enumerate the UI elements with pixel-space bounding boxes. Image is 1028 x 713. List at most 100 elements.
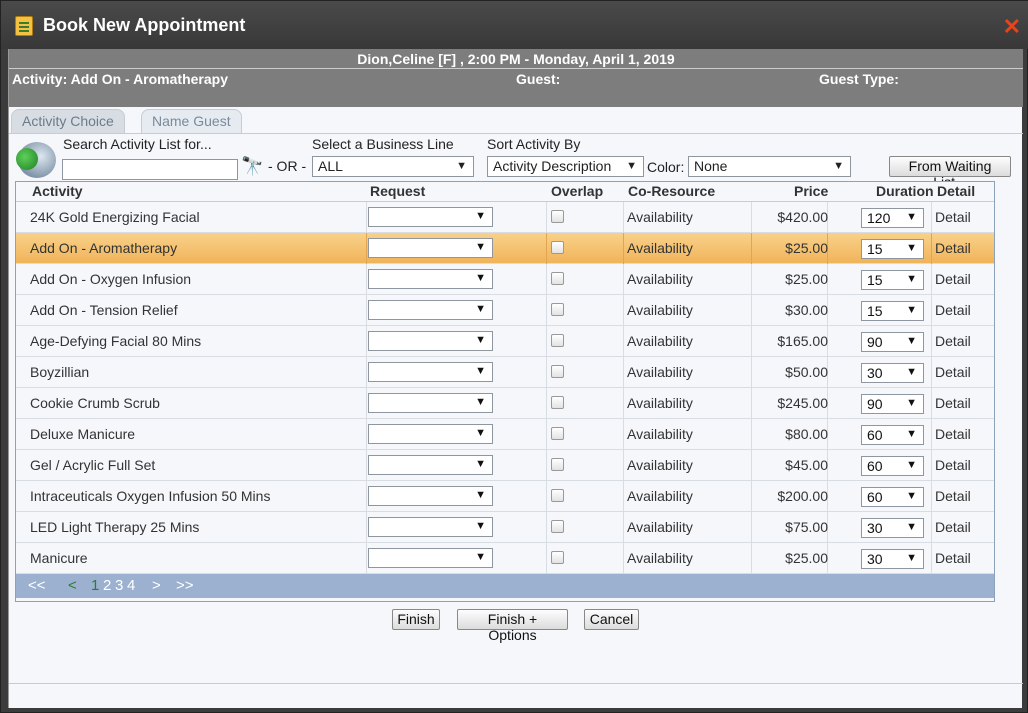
detail-link[interactable]: Detail [935, 550, 971, 566]
coresource-availability[interactable]: Availability [627, 395, 693, 411]
duration-select[interactable]: 60 ▼ [861, 487, 924, 507]
title-bar[interactable]: Book New Appointment ✕ [1, 1, 1028, 49]
pager-next[interactable]: > [152, 577, 161, 594]
request-select[interactable]: ▼ [368, 424, 493, 444]
overlap-checkbox[interactable] [551, 396, 564, 409]
detail-link[interactable]: Detail [935, 302, 971, 318]
duration-select[interactable]: 15 ▼ [861, 270, 924, 290]
table-row[interactable]: Add On - Oxygen Infusion ▼ Availability … [16, 264, 994, 295]
cancel-button[interactable]: Cancel [584, 609, 639, 630]
detail-link[interactable]: Detail [935, 333, 971, 349]
duration-select[interactable]: 30 ▼ [861, 549, 924, 569]
overlap-checkbox[interactable] [551, 303, 564, 316]
finish-button[interactable]: Finish [392, 609, 440, 630]
request-select[interactable]: ▼ [368, 207, 493, 227]
pager-prev[interactable]: < [68, 577, 77, 594]
coresource-availability[interactable]: Availability [627, 488, 693, 504]
coresource-availability[interactable]: Availability [627, 302, 693, 318]
pager-first[interactable]: << [28, 577, 46, 594]
duration-select[interactable]: 60 ▼ [861, 456, 924, 476]
detail-link[interactable]: Detail [935, 209, 971, 225]
table-row[interactable]: Add On - Tension Relief ▼ Availability $… [16, 295, 994, 326]
header-overlap[interactable]: Overlap [551, 183, 603, 199]
header-detail[interactable]: Detail [937, 183, 975, 199]
request-select[interactable]: ▼ [368, 331, 493, 351]
detail-link[interactable]: Detail [935, 395, 971, 411]
request-select[interactable]: ▼ [368, 238, 493, 258]
request-select[interactable]: ▼ [368, 517, 493, 537]
table-row[interactable]: Manicure ▼ Availability $25.00 30 ▼ Detai… [16, 543, 994, 574]
overlap-checkbox[interactable] [551, 241, 564, 254]
overlap-checkbox[interactable] [551, 551, 564, 564]
pager-page-4[interactable]: 4 [127, 577, 135, 594]
overlap-checkbox[interactable] [551, 489, 564, 502]
header-request[interactable]: Request [370, 183, 425, 199]
header-price[interactable]: Price [794, 183, 828, 199]
request-select[interactable]: ▼ [368, 455, 493, 475]
duration-select[interactable]: 90 ▼ [861, 394, 924, 414]
overlap-checkbox[interactable] [551, 458, 564, 471]
duration-select[interactable]: 30 ▼ [861, 363, 924, 383]
overlap-checkbox[interactable] [551, 334, 564, 347]
pager-page-3[interactable]: 3 [115, 577, 123, 594]
duration-select[interactable]: 15 ▼ [861, 239, 924, 259]
from-waiting-list-button[interactable]: From Waiting List... [889, 156, 1011, 190]
table-row[interactable]: Boyzillian ▼ Availability $50.00 30 ▼ Det… [16, 357, 994, 388]
table-row[interactable]: 24K Gold Energizing Facial ▼ Availabilit… [16, 202, 994, 233]
detail-link[interactable]: Detail [935, 488, 971, 504]
overlap-checkbox[interactable] [551, 365, 564, 378]
detail-link[interactable]: Detail [935, 519, 971, 535]
table-row[interactable]: LED Light Therapy 25 Mins ▼ Availability… [16, 512, 994, 543]
duration-select[interactable]: 90 ▼ [861, 332, 924, 352]
search-input[interactable] [62, 159, 238, 180]
coresource-availability[interactable]: Availability [627, 333, 693, 349]
request-select[interactable]: ▼ [368, 300, 493, 320]
overlap-checkbox[interactable] [551, 427, 564, 440]
detail-link[interactable]: Detail [935, 426, 971, 442]
request-select[interactable]: ▼ [368, 362, 493, 382]
tab-activity-choice[interactable]: Activity Choice [11, 109, 125, 133]
finish-options-button[interactable]: Finish + Options [457, 609, 568, 643]
coresource-availability[interactable]: Availability [627, 519, 693, 535]
header-duration[interactable]: Duration [876, 183, 934, 199]
table-row[interactable]: Intraceuticals Oxygen Infusion 50 Mins ▼… [16, 481, 994, 512]
header-coresource[interactable]: Co-Resource [628, 183, 715, 199]
coresource-availability[interactable]: Availability [627, 209, 693, 225]
overlap-checkbox[interactable] [551, 272, 564, 285]
pager-page-2[interactable]: 2 [103, 577, 111, 594]
table-row[interactable]: Age-Defying Facial 80 Mins ▼ Availabilit… [16, 326, 994, 357]
coresource-availability[interactable]: Availability [627, 364, 693, 380]
pager-last[interactable]: >> [176, 577, 194, 594]
header-activity[interactable]: Activity [32, 183, 83, 199]
duration-select[interactable]: 120 ▼ [861, 208, 924, 228]
tab-name-guest[interactable]: Name Guest [141, 109, 242, 133]
duration-select[interactable]: 30 ▼ [861, 518, 924, 538]
duration-select[interactable]: 15 ▼ [861, 301, 924, 321]
request-select[interactable]: ▼ [368, 393, 493, 413]
coresource-availability[interactable]: Availability [627, 426, 693, 442]
request-select[interactable]: ▼ [368, 548, 493, 568]
coresource-availability[interactable]: Availability [627, 271, 693, 287]
table-row[interactable]: Add On - Aromatherapy ▼ Availability $25… [16, 233, 994, 264]
table-row[interactable]: Gel / Acrylic Full Set ▼ Availability $4… [16, 450, 994, 481]
color-select[interactable]: None ▼ [688, 156, 851, 177]
sort-select[interactable]: Activity Description ▼ [487, 156, 644, 177]
detail-link[interactable]: Detail [935, 240, 971, 256]
detail-link[interactable]: Detail [935, 457, 971, 473]
business-line-select[interactable]: ALL ▼ [312, 156, 474, 177]
binoculars-icon[interactable]: 🔭 [241, 156, 263, 177]
table-row[interactable]: Cookie Crumb Scrub ▼ Availability $245.0… [16, 388, 994, 419]
coresource-availability[interactable]: Availability [627, 240, 693, 256]
table-row[interactable]: Deluxe Manicure ▼ Availability $80.00 60… [16, 419, 994, 450]
coresource-availability[interactable]: Availability [627, 457, 693, 473]
overlap-checkbox[interactable] [551, 520, 564, 533]
coresource-availability[interactable]: Availability [627, 550, 693, 566]
request-select[interactable]: ▼ [368, 269, 493, 289]
request-select[interactable]: ▼ [368, 486, 493, 506]
overlap-checkbox[interactable] [551, 210, 564, 223]
detail-link[interactable]: Detail [935, 271, 971, 287]
pager-page-1[interactable]: 1 [91, 577, 99, 594]
detail-link[interactable]: Detail [935, 364, 971, 380]
duration-select[interactable]: 60 ▼ [861, 425, 924, 445]
close-icon[interactable]: ✕ [1003, 16, 1021, 38]
